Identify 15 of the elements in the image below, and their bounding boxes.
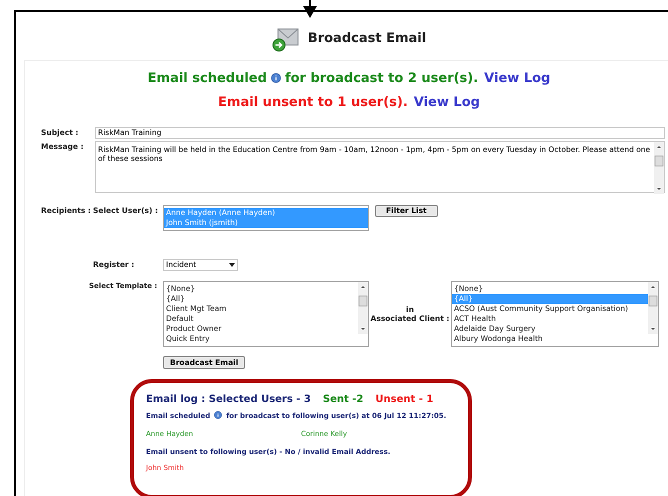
page-title: Broadcast Email bbox=[308, 30, 426, 48]
scrollbar-icon[interactable] bbox=[358, 282, 368, 334]
sent-count: Sent -2 bbox=[322, 393, 364, 407]
unsent-count: Unsent - 1 bbox=[375, 393, 434, 407]
status-message: Email scheduled for broadcast to 2 user(s). bbox=[148, 70, 478, 88]
info-icon bbox=[270, 73, 281, 84]
info-icon bbox=[214, 411, 222, 419]
caret-icon bbox=[229, 263, 235, 267]
scrollbar-icon[interactable] bbox=[654, 142, 664, 194]
log-heading: Email log : Selected Users - 3 bbox=[146, 393, 311, 407]
view-log-link[interactable]: View Log bbox=[484, 69, 550, 89]
status-message: Email unsent to 1 user(s). bbox=[218, 94, 408, 112]
scrollbar-icon[interactable] bbox=[648, 282, 658, 334]
view-log-link[interactable]: View Log bbox=[414, 93, 480, 113]
envelope-icon bbox=[272, 26, 300, 52]
